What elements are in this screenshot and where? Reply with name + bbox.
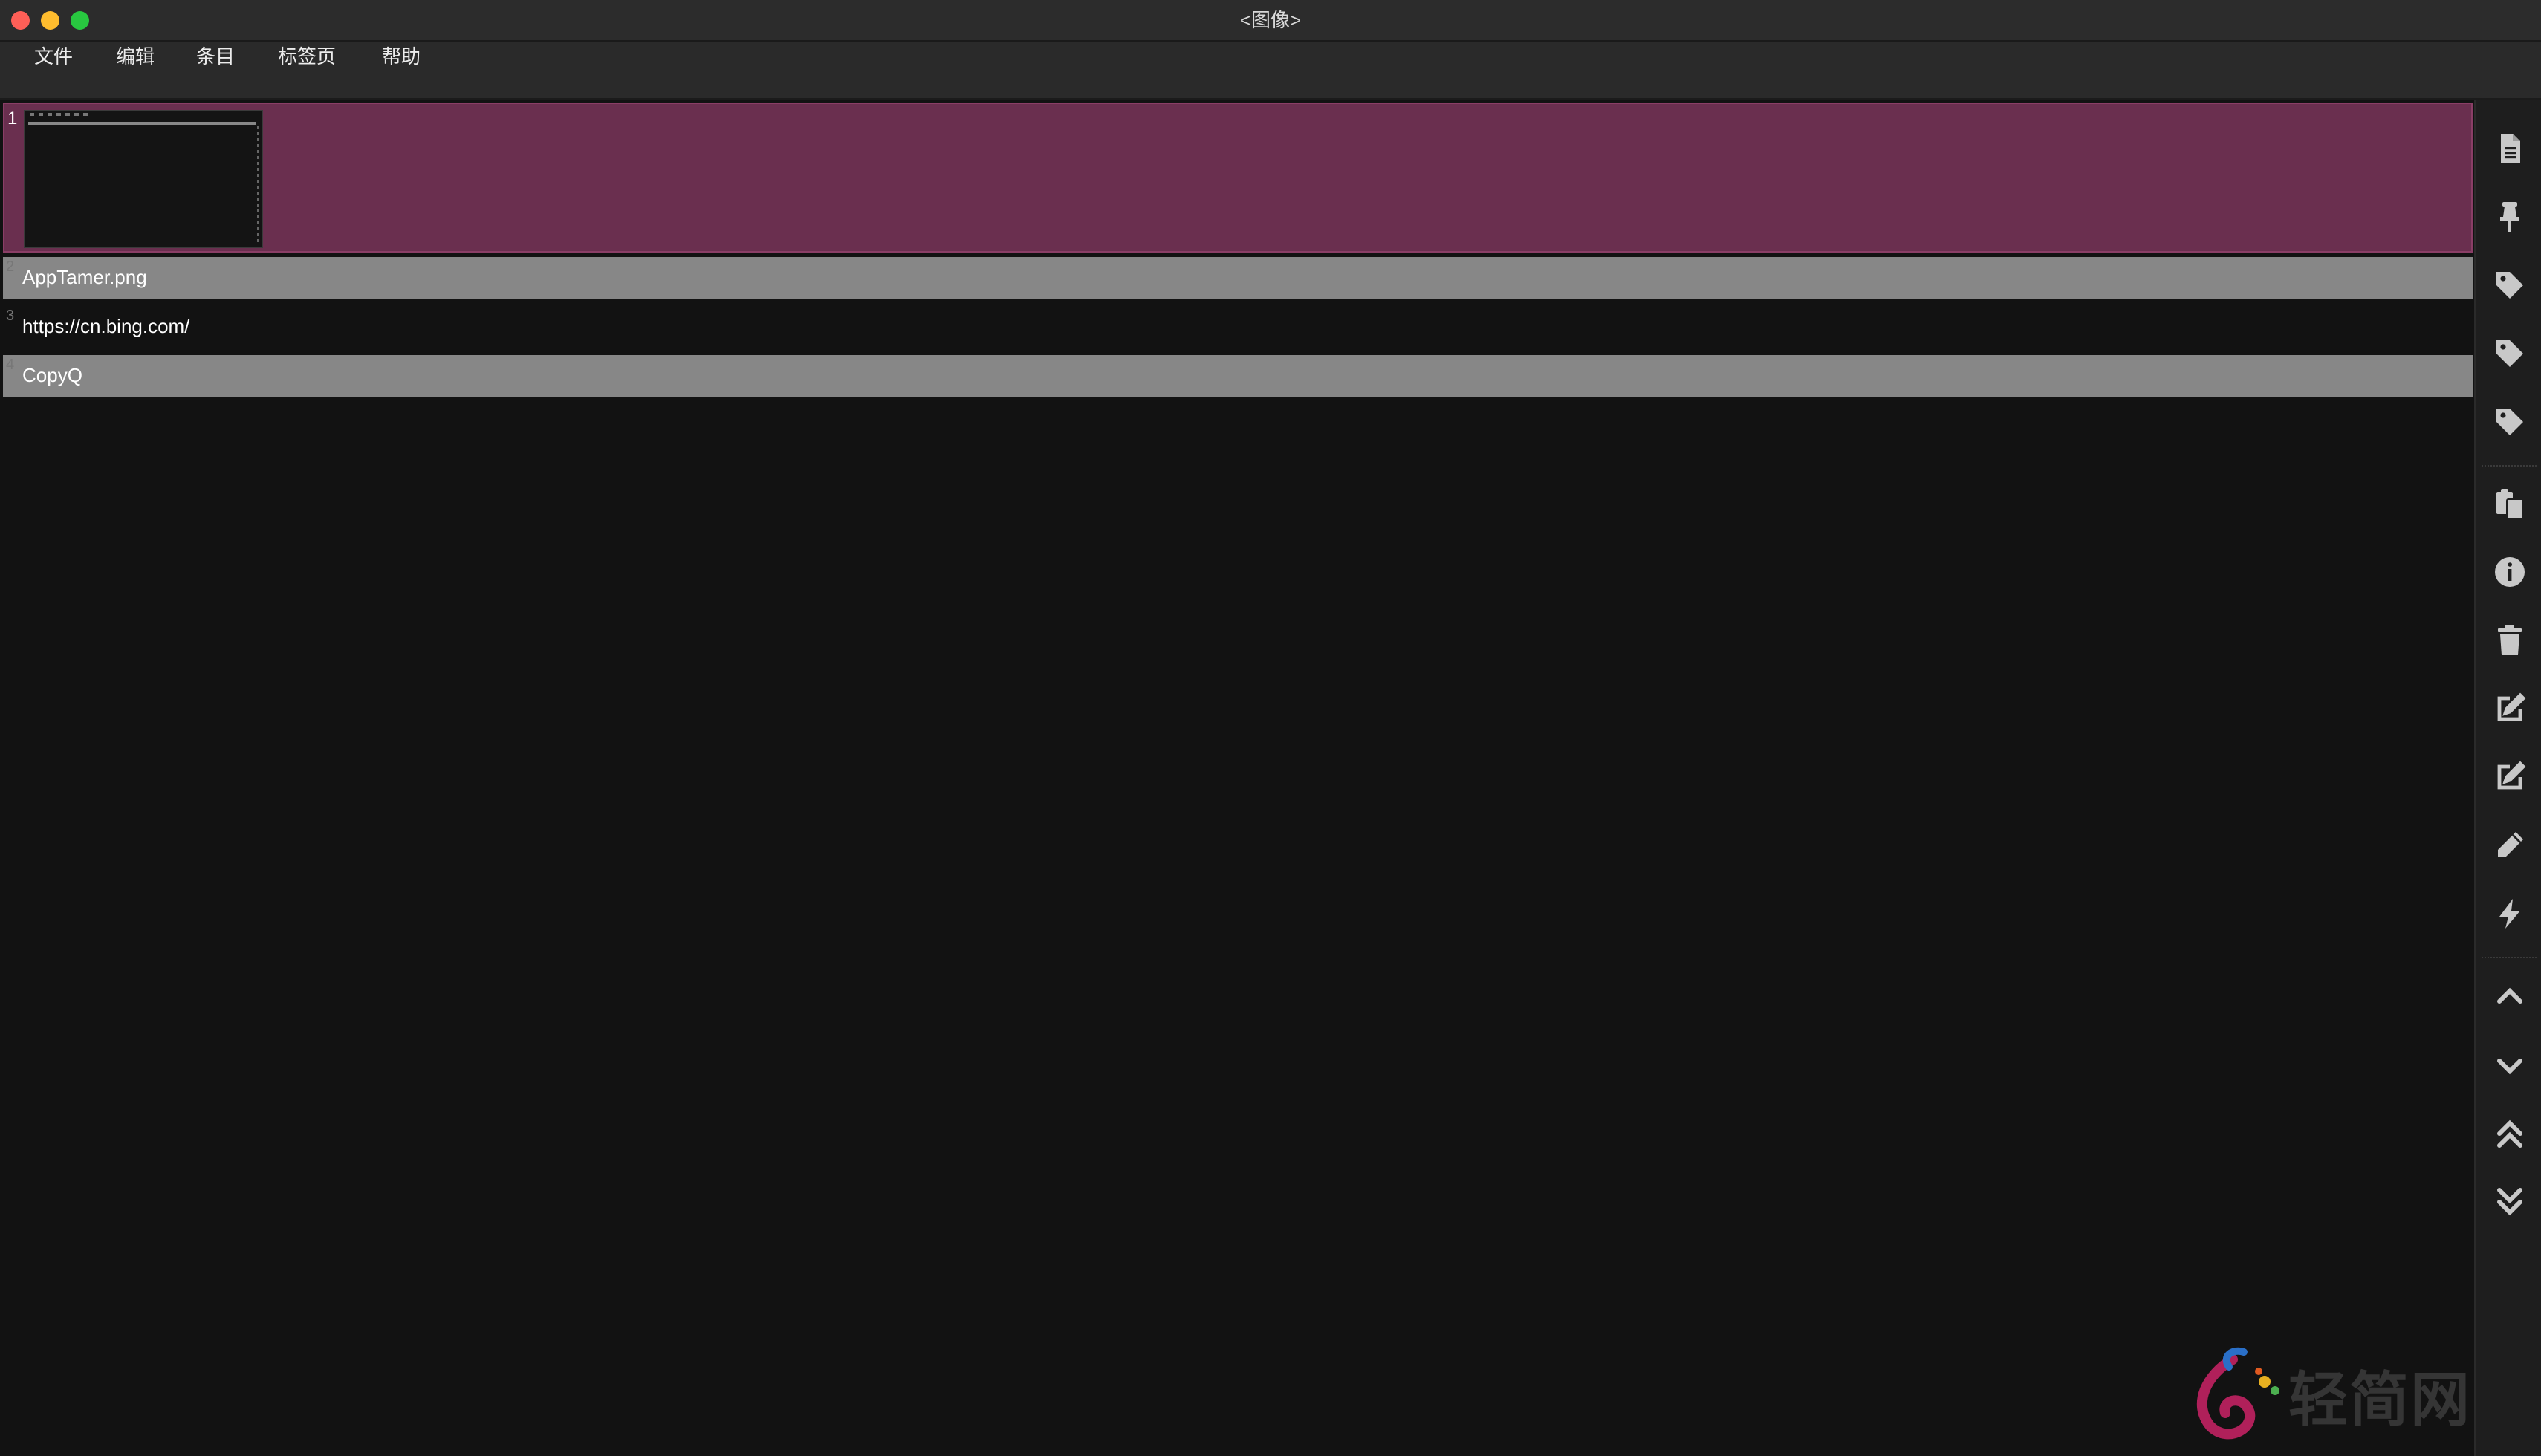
- window-title: <图像>: [1239, 9, 1302, 31]
- menu-bar: 文件 编辑 条目 标签页 帮助: [0, 42, 2541, 100]
- double-chevron-up-icon[interactable]: [2492, 1116, 2528, 1151]
- list-item[interactable]: 2 AppTamer.png: [3, 257, 2473, 299]
- info-icon[interactable]: [2492, 554, 2528, 590]
- list-item[interactable]: 4 CopyQ: [3, 355, 2473, 397]
- edit-icon[interactable]: [2492, 691, 2528, 727]
- menu-edit[interactable]: 编辑: [108, 42, 162, 71]
- menu-tabs[interactable]: 标签页: [270, 42, 343, 71]
- item-text: AppTamer.png: [22, 266, 147, 288]
- tag-icon[interactable]: [2492, 336, 2528, 371]
- watermark-text: 轻简网: [2288, 1365, 2471, 1434]
- trash-icon[interactable]: [2492, 623, 2528, 658]
- list-item[interactable]: 3 https://cn.bing.com/: [3, 306, 2473, 348]
- item-index: 4: [6, 357, 15, 373]
- menu-file[interactable]: 文件: [27, 42, 80, 71]
- list-item-selected[interactable]: 1: [3, 103, 2473, 253]
- item-text: CopyQ: [22, 364, 82, 386]
- edit-icon[interactable]: [2492, 759, 2528, 795]
- toolbar-divider: [2482, 957, 2537, 958]
- chevron-up-icon[interactable]: [2492, 979, 2528, 1015]
- document-icon[interactable]: [2492, 131, 2528, 166]
- toolbar-divider: [2482, 465, 2537, 467]
- menu-item[interactable]: 条目: [189, 42, 242, 71]
- clipboard-list[interactable]: 1 2 AppTamer.png 3 https://cn.bing.com/ …: [0, 100, 2474, 1456]
- side-toolbar: [2474, 100, 2541, 1456]
- bolt-icon[interactable]: [2492, 896, 2528, 932]
- watermark: 轻简网: [2177, 1345, 2489, 1449]
- pin-icon[interactable]: [2492, 199, 2528, 235]
- image-thumbnail: [24, 110, 263, 248]
- tag-icon[interactable]: [2492, 404, 2528, 440]
- pencil-icon[interactable]: [2492, 828, 2528, 863]
- item-text: https://cn.bing.com/: [22, 315, 190, 337]
- item-index: 1: [7, 108, 18, 129]
- chevron-down-icon[interactable]: [2492, 1047, 2528, 1083]
- paste-icon[interactable]: [2492, 486, 2528, 521]
- menu-help[interactable]: 帮助: [374, 42, 428, 71]
- double-chevron-down-icon[interactable]: [2492, 1184, 2528, 1220]
- item-index: 3: [6, 308, 15, 324]
- watermark-logo-icon: [2177, 1345, 2288, 1449]
- item-index: 2: [6, 259, 15, 275]
- title-bar: <图像>: [0, 0, 2541, 42]
- tag-icon[interactable]: [2492, 267, 2528, 303]
